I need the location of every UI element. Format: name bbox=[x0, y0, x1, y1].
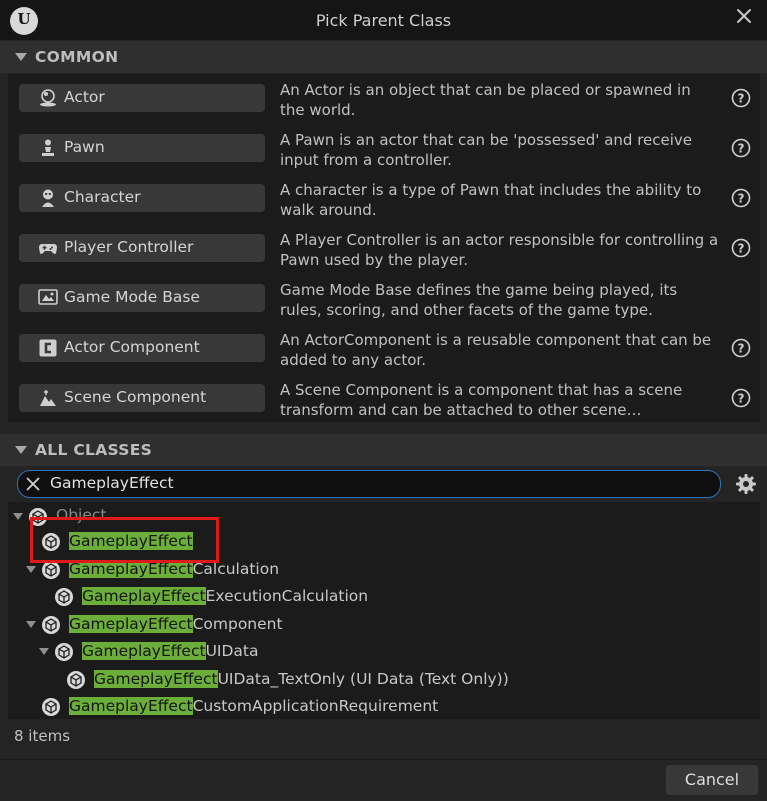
class-object-icon bbox=[42, 616, 60, 634]
search-input[interactable] bbox=[50, 473, 650, 493]
tree-item-label: GameplayEffectComponent bbox=[69, 615, 283, 633]
svg-text:?: ? bbox=[738, 92, 745, 106]
character-class-button[interactable]: Character bbox=[19, 184, 265, 212]
actor-component-icon bbox=[39, 339, 57, 357]
actor-class-button[interactable]: Actor bbox=[19, 84, 265, 112]
svg-text:?: ? bbox=[738, 242, 745, 256]
scene-component-button-label: Scene Component bbox=[64, 388, 207, 406]
game-mode-base-description: Game Mode Base defines the game being pl… bbox=[280, 281, 678, 319]
svg-text:?: ? bbox=[738, 342, 745, 356]
common-row-pawn: Pawn A Pawn is an actor that can be 'pos… bbox=[8, 124, 760, 174]
expand-arrow-icon[interactable] bbox=[13, 513, 23, 520]
highlight-annotation-box bbox=[30, 517, 219, 563]
common-row-player-controller: Player Controller A Player Controller is… bbox=[8, 224, 760, 274]
tree-item-gameplayeffect-execution-calculation[interactable]: GameplayEffectExecutionCalculation bbox=[8, 585, 508, 609]
common-row-character: Character A character is a type of Pawn … bbox=[8, 174, 760, 224]
game-mode-icon bbox=[38, 289, 58, 305]
tree-item-label: GameplayEffectCustomApplicationRequireme… bbox=[69, 697, 439, 715]
svg-text:?: ? bbox=[738, 392, 745, 406]
tree-item-gameplayeffect-component[interactable]: GameplayEffectComponent bbox=[8, 613, 408, 637]
class-object-icon bbox=[42, 561, 60, 579]
class-object-icon bbox=[67, 671, 85, 689]
common-header-label: COMMON bbox=[35, 48, 119, 66]
actor-component-description: An ActorComponent is a reusable componen… bbox=[280, 331, 712, 369]
player-controller-class-button[interactable]: Player Controller bbox=[19, 234, 265, 262]
tree-item-gameplayeffect-uidata[interactable]: GameplayEffectUIData bbox=[8, 640, 408, 664]
class-object-icon bbox=[55, 588, 73, 606]
character-button-label: Character bbox=[64, 188, 141, 206]
window-title: Pick Parent Class bbox=[315, 11, 452, 30]
actor-button-label: Actor bbox=[64, 88, 105, 106]
cancel-button-label: Cancel bbox=[684, 770, 740, 789]
common-row-actor: Actor An Actor is an object that can be … bbox=[8, 74, 760, 124]
scene-component-icon bbox=[40, 390, 56, 406]
character-icon bbox=[42, 189, 54, 207]
help-icon[interactable]: ? bbox=[731, 338, 751, 358]
item-count-label: 8 items bbox=[14, 727, 71, 745]
game-mode-base-button-label: Game Mode Base bbox=[64, 288, 200, 306]
expand-arrow-icon[interactable] bbox=[26, 621, 36, 628]
gear-icon[interactable] bbox=[735, 473, 757, 495]
tree-item-gameplayeffect-uidata-textonly[interactable]: GameplayEffectUIData_TextOnly (UI Data (… bbox=[8, 668, 608, 692]
actor-component-button-label: Actor Component bbox=[64, 338, 200, 356]
tree-item-gameplayeffect-custom-application-requirement[interactable]: GameplayEffectCustomApplicationRequireme… bbox=[8, 695, 508, 719]
footer-divider bbox=[0, 759, 767, 760]
help-icon[interactable]: ? bbox=[731, 388, 751, 408]
class-object-icon bbox=[55, 643, 73, 661]
svg-text:?: ? bbox=[738, 142, 745, 156]
all-classes-section-header[interactable]: ALL CLASSES bbox=[0, 434, 767, 466]
character-description: A character is a type of Pawn that inclu… bbox=[280, 181, 702, 219]
common-row-actor-component: Actor Component An ActorComponent is a r… bbox=[8, 324, 760, 374]
scene-component-class-button[interactable]: Scene Component bbox=[19, 384, 265, 412]
svg-text:?: ? bbox=[738, 192, 745, 206]
tree-item-label: GameplayEffectExecutionCalculation bbox=[82, 587, 369, 605]
common-section-header[interactable]: COMMON bbox=[0, 41, 767, 73]
help-icon[interactable]: ? bbox=[731, 138, 751, 158]
pawn-description: A Pawn is an actor that can be 'possesse… bbox=[280, 131, 693, 169]
pawn-class-button[interactable]: Pawn bbox=[19, 134, 265, 162]
close-icon[interactable] bbox=[732, 4, 756, 28]
help-icon[interactable]: ? bbox=[731, 88, 751, 108]
scene-component-description: A Scene Component is a component that ha… bbox=[280, 381, 683, 419]
common-row-game-mode-base: Game Mode Base Game Mode Base defines th… bbox=[8, 274, 760, 324]
pawn-button-label: Pawn bbox=[64, 138, 105, 156]
class-object-icon bbox=[42, 698, 60, 716]
all-classes-header-label: ALL CLASSES bbox=[35, 441, 153, 459]
expand-arrow-icon[interactable] bbox=[26, 566, 36, 573]
help-icon[interactable]: ? bbox=[731, 188, 751, 208]
actor-component-class-button[interactable]: Actor Component bbox=[19, 334, 265, 362]
cancel-button[interactable]: Cancel bbox=[666, 765, 758, 795]
actor-description: An Actor is an object that can be placed… bbox=[280, 81, 691, 119]
class-search-box[interactable] bbox=[17, 470, 721, 498]
game-mode-base-class-button[interactable]: Game Mode Base bbox=[19, 284, 265, 312]
clear-search-icon[interactable] bbox=[26, 477, 40, 491]
collapse-arrow-icon bbox=[15, 446, 27, 454]
common-class-list: Actor An Actor is an object that can be … bbox=[8, 74, 760, 422]
collapse-arrow-icon bbox=[15, 53, 27, 61]
common-row-scene-component: Scene Component A Scene Component is a c… bbox=[8, 374, 760, 424]
pawn-icon bbox=[42, 139, 54, 156]
title-bar: U Pick Parent Class bbox=[0, 0, 767, 40]
player-controller-description: A Player Controller is an actor responsi… bbox=[280, 231, 719, 269]
tree-item-label: GameplayEffectUIData bbox=[82, 642, 259, 660]
player-controller-button-label: Player Controller bbox=[64, 238, 194, 256]
tree-item-label: GameplayEffectUIData_TextOnly (UI Data (… bbox=[94, 670, 509, 688]
expand-arrow-icon[interactable] bbox=[39, 648, 49, 655]
gamepad-icon bbox=[39, 244, 57, 254]
help-icon[interactable]: ? bbox=[731, 238, 751, 258]
actor-icon bbox=[40, 89, 56, 107]
